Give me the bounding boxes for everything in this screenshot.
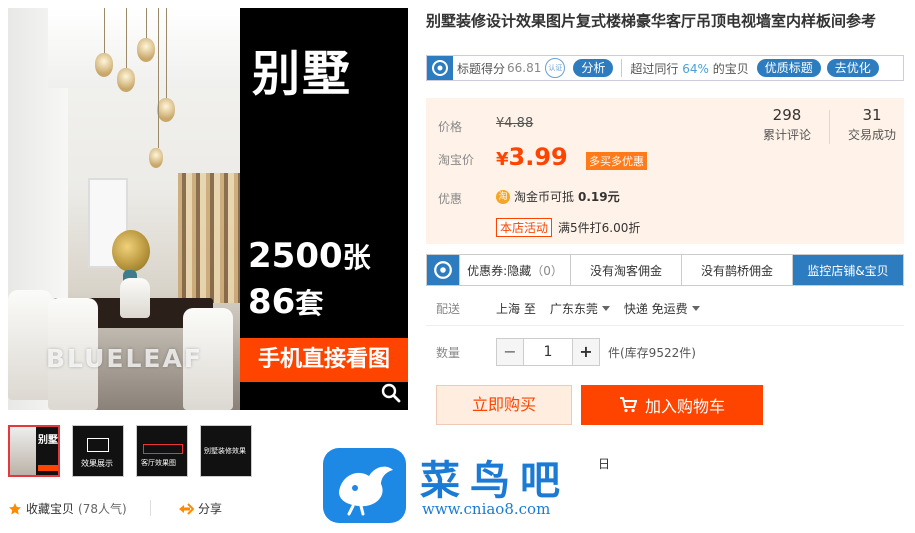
optimize-title-button[interactable]: 优质标题 xyxy=(756,59,821,77)
cniao8-logo-icon xyxy=(323,448,406,523)
star-icon xyxy=(9,502,21,515)
pendant-lamp-icon xyxy=(117,68,135,92)
score-label: 标题得分 xyxy=(457,61,506,76)
zoom-icon[interactable] xyxy=(380,382,402,404)
go-optimize-button[interactable]: 去优化 xyxy=(826,59,879,77)
taobao-coin-offer: 淘 淘金币可抵 0.19元 xyxy=(496,188,620,205)
price-label: 价格 xyxy=(438,120,463,134)
transaction-count: 31 交易成功 xyxy=(847,106,896,142)
main-product-image[interactable]: BLUELEAF 别墅 2500张 86套 手机直接看图 xyxy=(8,8,408,410)
plugin-tabs: 优惠券:隐藏 （0） 没有淘客佣金 没有鹊桥佣金 监控店铺&宝贝 xyxy=(426,254,904,286)
add-to-cart-button[interactable]: 加入购物车 xyxy=(581,385,763,425)
quantity-stepper: − 1 + xyxy=(496,338,600,366)
promo-banner: 手机直接看图 xyxy=(240,338,408,382)
title-score-bar: 标题得分 66.81 认证 分析 超过同行 64% 的宝贝 优质标题 去优化 xyxy=(426,55,904,81)
shop-activity-tag: 本店活动 xyxy=(496,218,553,237)
beat-text: 超过同行 64% 的宝贝 xyxy=(630,61,749,76)
shipping-method-select[interactable]: 快递 免运费 xyxy=(624,300,700,317)
promo-count: 2500张 xyxy=(248,236,371,276)
taobao-price-label: 淘宝价 xyxy=(438,153,475,167)
plugin-logo-icon xyxy=(427,56,453,80)
promo-title: 别墅 xyxy=(252,46,353,102)
stock-text: 件(库存9522件) xyxy=(608,345,696,360)
thumbnail-4[interactable]: 别墅装修效果 xyxy=(200,425,252,477)
stray-text: 日 xyxy=(598,457,611,471)
thumbnail-2[interactable]: 效果展示 xyxy=(72,425,124,477)
shop-activity-text: 满5件打6.00折 xyxy=(558,221,641,235)
pendant-lamp-icon xyxy=(149,148,163,168)
thumbnail-3[interactable]: 客厅效果图 xyxy=(136,425,188,477)
image-watermark: BLUELEAF xyxy=(46,344,203,373)
cart-icon xyxy=(619,397,637,413)
interior-photo: BLUELEAF xyxy=(8,8,240,410)
shop-activity: 本店活动 满5件打6.00折 xyxy=(496,218,640,237)
quantity-input[interactable]: 1 xyxy=(523,339,573,365)
current-price: ¥3.99 xyxy=(496,143,568,171)
sales-stats: 298 累计评论 31 交易成功 xyxy=(763,106,896,144)
quantity-row: 数量 − 1 + 件(库存9522件) xyxy=(436,338,696,366)
multi-buy-tag: 多买多优惠 xyxy=(586,152,647,170)
tab-taoke-commission[interactable]: 没有淘客佣金 xyxy=(570,255,681,285)
plugin-logo-icon xyxy=(427,255,459,285)
price-panel: 价格 ¥4.88 淘宝价 ¥3.99 多买多优惠 298 累计评论 31 交易成… xyxy=(426,98,904,244)
decrease-button[interactable]: − xyxy=(497,339,523,365)
delivery-row: 配送 上海 至 广东东莞 快递 免运费 xyxy=(436,300,714,317)
taobao-coin-icon: 淘 xyxy=(496,189,510,204)
analyze-button[interactable]: 分析 xyxy=(573,59,614,77)
score-value: 66.81 xyxy=(507,61,542,75)
discount-label: 优惠 xyxy=(438,192,463,206)
buy-now-button[interactable]: 立即购买 xyxy=(436,385,572,425)
promo-sets: 86套 xyxy=(248,282,324,322)
review-count[interactable]: 298 累计评论 xyxy=(763,106,811,144)
thumbnail-1[interactable]: 别墅 xyxy=(8,425,60,477)
delivery-from: 上海 至 xyxy=(496,302,536,316)
brand-url: www.cniao8.com xyxy=(422,500,551,518)
share-label: 分享 xyxy=(198,502,223,516)
flower-arrangement xyxy=(112,230,150,272)
original-price: ¥4.88 xyxy=(496,116,534,131)
favorite-count: (78人气) xyxy=(78,502,127,516)
favorite-button[interactable]: 收藏宝贝 (78人气) xyxy=(8,500,127,517)
chevron-down-icon xyxy=(601,306,610,311)
pendant-lamp-icon xyxy=(95,53,113,77)
destination-select[interactable]: 广东东莞 xyxy=(550,300,610,317)
brand-name: 菜鸟吧 xyxy=(420,457,570,504)
quantity-label: 数量 xyxy=(436,345,461,360)
product-title: 别墅装修设计效果图片复式楼梯豪华客厅吊顶电视墙室内样板间参考 xyxy=(426,12,877,30)
favorite-label: 收藏宝贝 xyxy=(26,502,75,516)
tab-monitor-shop[interactable]: 监控店铺&宝贝 xyxy=(792,255,903,285)
pendant-lamp-icon xyxy=(137,38,155,62)
thumbnail-strip: 别墅 效果展示 客厅效果图 别墅装修效果 xyxy=(8,425,252,477)
pendant-lamp-icon xyxy=(157,98,175,122)
tab-queqiao-commission[interactable]: 没有鹊桥佣金 xyxy=(681,255,792,285)
promo-panel: 别墅 2500张 86套 手机直接看图 xyxy=(240,8,408,410)
delivery-label: 配送 xyxy=(436,302,461,316)
share-icon xyxy=(179,502,194,515)
certified-seal-icon: 认证 xyxy=(545,58,566,78)
share-button[interactable]: 分享 xyxy=(178,500,222,517)
tab-coupon[interactable]: 优惠券:隐藏 （0） xyxy=(459,255,570,285)
chevron-down-icon xyxy=(691,306,700,311)
increase-button[interactable]: + xyxy=(573,339,599,365)
